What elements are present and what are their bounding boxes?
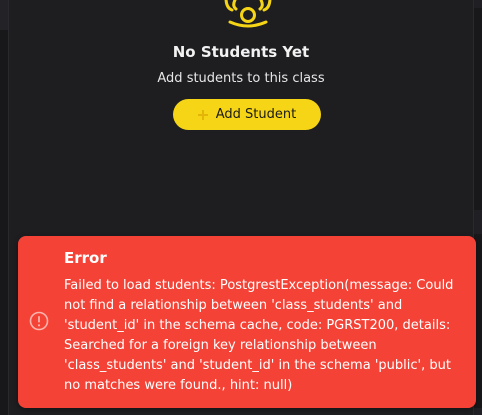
empty-state-title: No Students Yet xyxy=(172,43,310,61)
right-panel-segment xyxy=(474,210,482,234)
add-student-button[interactable]: Add Student xyxy=(173,99,321,130)
right-panel-segment xyxy=(474,408,482,415)
error-title: Error xyxy=(64,249,107,267)
left-panel-tab xyxy=(0,0,8,30)
error-message: Failed to load students: PostgrestExcept… xyxy=(64,278,454,393)
right-panel-segment xyxy=(474,0,482,8)
empty-state-subtitle: Add students to this class xyxy=(157,71,325,86)
plus-icon xyxy=(197,109,208,120)
alert-circle-icon xyxy=(29,311,49,331)
class-students-screen: No Students Yet Add students to this cla… xyxy=(0,0,482,415)
people-group-icon xyxy=(224,0,272,28)
add-student-button-label: Add Student xyxy=(215,107,297,122)
error-toast: Error Failed to load students: Postgrest… xyxy=(18,236,476,408)
left-panel-edge xyxy=(0,0,9,415)
